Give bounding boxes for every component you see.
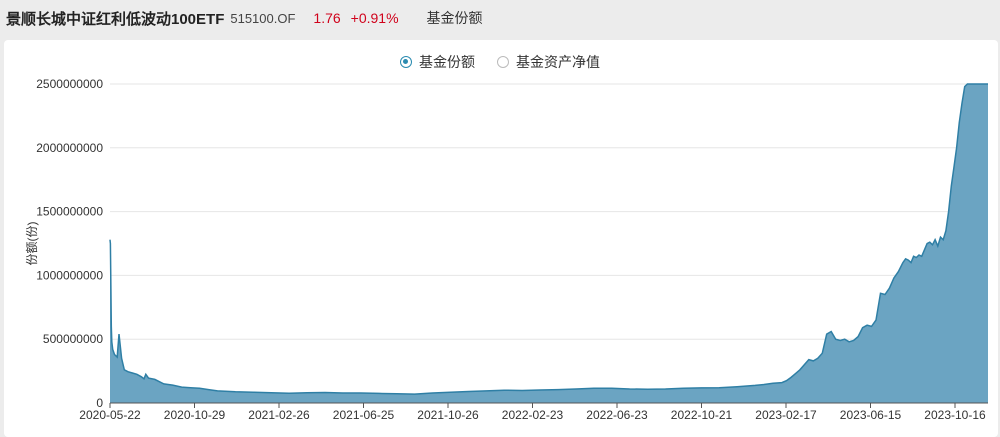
x-tick-label: 2020-10-29 xyxy=(164,408,226,422)
y-tick-label: 1000000000 xyxy=(36,268,103,282)
x-tick-label: 2020-05-22 xyxy=(79,408,141,422)
x-tick-label: 2022-10-21 xyxy=(671,408,733,422)
y-tick-label: 2500000000 xyxy=(36,77,103,91)
y-tick-label: 2000000000 xyxy=(36,141,103,155)
x-tick-label: 2022-06-23 xyxy=(586,408,648,422)
y-tick-label: 1500000000 xyxy=(36,205,103,219)
x-tick-label: 2023-10-16 xyxy=(924,408,986,422)
x-tick-label: 2021-02-26 xyxy=(248,408,310,422)
x-tick-label: 2022-02-23 xyxy=(502,408,564,422)
x-tick-label: 2021-06-25 xyxy=(333,408,395,422)
shares-area-chart: 0500000000100000000015000000002000000000… xyxy=(25,77,988,422)
x-tick-label: 2021-10-26 xyxy=(417,408,479,422)
series-area-fund-shares xyxy=(110,84,988,403)
y-axis-label: 份额(份) xyxy=(25,222,39,266)
x-tick-label: 2023-02-17 xyxy=(755,408,817,422)
y-tick-label: 500000000 xyxy=(43,332,103,346)
x-tick-label: 2023-06-15 xyxy=(840,408,902,422)
